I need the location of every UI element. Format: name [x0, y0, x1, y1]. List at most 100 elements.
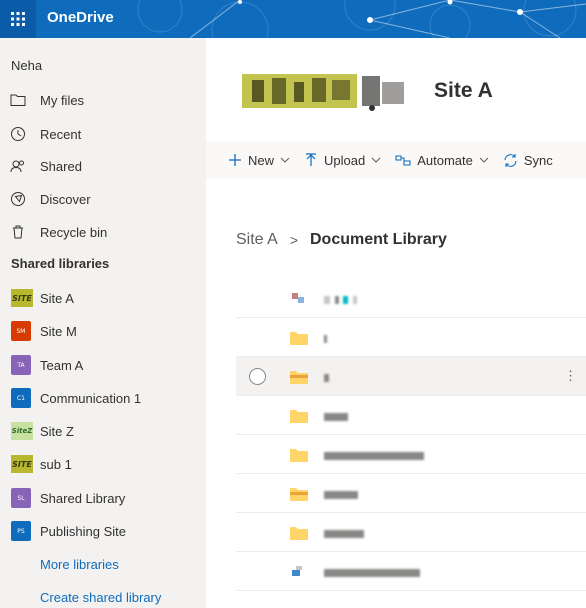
command-bar: New Upload Automate Sync: [206, 141, 586, 179]
file-row[interactable]: [236, 552, 586, 591]
new-button[interactable]: New: [228, 153, 290, 168]
folder-icon: [290, 449, 308, 462]
folder-icon: [290, 527, 308, 540]
library-team-a[interactable]: TA Team A: [0, 349, 206, 381]
library-label: Publishing Site: [40, 523, 126, 539]
folder-icon: [290, 332, 308, 345]
file-row[interactable]: [236, 318, 586, 357]
library-label: sub 1: [40, 456, 72, 472]
file-name-redacted: [324, 486, 358, 501]
library-shared-library[interactable]: SL Shared Library: [0, 482, 206, 514]
main-content: Site A New Upload Automate Sync Site A >…: [206, 38, 586, 608]
folder-icon: [290, 410, 308, 423]
sync-button[interactable]: Sync: [503, 153, 553, 168]
library-site-m[interactable]: SM Site M: [0, 315, 206, 347]
library-tile-icon: SL: [11, 488, 31, 508]
file-row[interactable]: [236, 279, 586, 318]
file-name-redacted: [324, 564, 420, 579]
waffle-icon: [11, 12, 25, 26]
chevron-down-icon: [280, 157, 290, 163]
automate-icon: [395, 155, 411, 166]
library-sub-1[interactable]: SITE sub 1: [0, 448, 206, 480]
top-bar: OneDrive: [0, 0, 586, 38]
chevron-down-icon: [479, 157, 489, 163]
nav-label: Shared: [40, 158, 82, 174]
app-launcher-button[interactable]: [0, 0, 36, 38]
library-site-z[interactable]: SiteZ Site Z: [0, 415, 206, 447]
upload-label: Upload: [324, 152, 366, 168]
nav-recent[interactable]: Recent: [0, 118, 206, 150]
site-logo-icon: SITE: [11, 289, 33, 307]
file-row[interactable]: [236, 435, 586, 474]
file-row[interactable]: [236, 513, 586, 552]
nav-recycle-bin[interactable]: Recycle bin: [0, 216, 206, 248]
library-label: Communication 1: [40, 390, 142, 406]
nav-label: Discover: [40, 191, 91, 207]
library-label: Team A: [40, 357, 84, 373]
file-row[interactable]: [236, 474, 586, 513]
site-logo-image: [242, 74, 404, 111]
nav-shared[interactable]: Shared: [0, 150, 206, 182]
nav-label: My files: [40, 92, 85, 108]
breadcrumb-root[interactable]: Site A: [236, 231, 278, 249]
automate-label: Automate: [417, 152, 473, 168]
library-communication-1[interactable]: C1 Communication 1: [0, 382, 206, 414]
upload-icon: [306, 153, 317, 166]
more-libraries-link[interactable]: More libraries: [40, 557, 119, 572]
compass-icon: [11, 192, 25, 206]
folder-icon: [290, 488, 308, 501]
breadcrumb: Site A > Document Library: [236, 231, 447, 249]
library-content: Site A > Document Library ⋮: [206, 179, 586, 608]
breadcrumb-current: Document Library: [310, 231, 447, 248]
shared-libraries-heading: Shared libraries: [11, 256, 110, 271]
folder-icon: [10, 94, 26, 106]
image-file-icon: [292, 566, 302, 576]
file-name-redacted: [324, 447, 424, 462]
nav-label: Recent: [40, 126, 82, 142]
file-list: ⋮: [236, 279, 586, 591]
header-pattern: [137, 0, 586, 38]
library-label: Site Z: [40, 423, 74, 439]
library-publishing-site[interactable]: PS Publishing Site: [0, 515, 206, 547]
nav-discover[interactable]: Discover: [0, 183, 206, 215]
new-label: New: [248, 152, 275, 168]
nav-label: Recycle bin: [40, 224, 108, 240]
library-label: Shared Library: [40, 490, 126, 506]
site-z-logo-icon: SiteZ: [11, 422, 33, 440]
library-tile-icon: PS: [11, 521, 31, 541]
user-name: Neha: [11, 58, 43, 73]
file-name-redacted: [324, 525, 364, 540]
automate-button[interactable]: Automate: [395, 153, 489, 168]
file-row-selected[interactable]: ⋮: [236, 357, 586, 396]
upload-button[interactable]: Upload: [304, 153, 381, 168]
library-tile-icon: SM: [11, 321, 31, 341]
breadcrumb-separator-icon: >: [289, 232, 298, 248]
file-name-redacted: [324, 408, 348, 423]
library-tile-icon: TA: [11, 355, 31, 375]
plus-icon: [229, 154, 241, 166]
sync-label: Sync: [523, 152, 553, 168]
create-shared-library-link[interactable]: Create shared library: [40, 590, 161, 605]
file-name-redacted: [324, 291, 357, 306]
nav-my-files[interactable]: My files: [0, 84, 206, 116]
image-file-icon: [292, 293, 304, 303]
trash-icon: [13, 225, 23, 239]
clock-icon: [11, 127, 25, 141]
row-select-checkbox[interactable]: [249, 368, 266, 385]
library-tile-icon: C1: [11, 388, 31, 408]
library-label: Site A: [40, 290, 74, 306]
chevron-down-icon: [371, 157, 381, 163]
site-logo-icon: SITE: [11, 455, 33, 473]
people-icon: [10, 160, 24, 173]
sync-icon: [504, 153, 517, 167]
app-name[interactable]: OneDrive: [47, 9, 114, 26]
file-name-redacted: [324, 330, 327, 345]
site-title: Site A: [434, 79, 493, 102]
file-name-redacted: [324, 369, 329, 384]
file-row[interactable]: [236, 396, 586, 435]
left-navigation: Neha My files Recent Shared Discover Rec…: [0, 38, 206, 608]
site-header: Site A: [206, 38, 586, 141]
more-actions-icon[interactable]: ⋮: [564, 368, 577, 384]
library-site-a[interactable]: SITE Site A: [0, 282, 206, 314]
folder-icon: [290, 371, 308, 384]
